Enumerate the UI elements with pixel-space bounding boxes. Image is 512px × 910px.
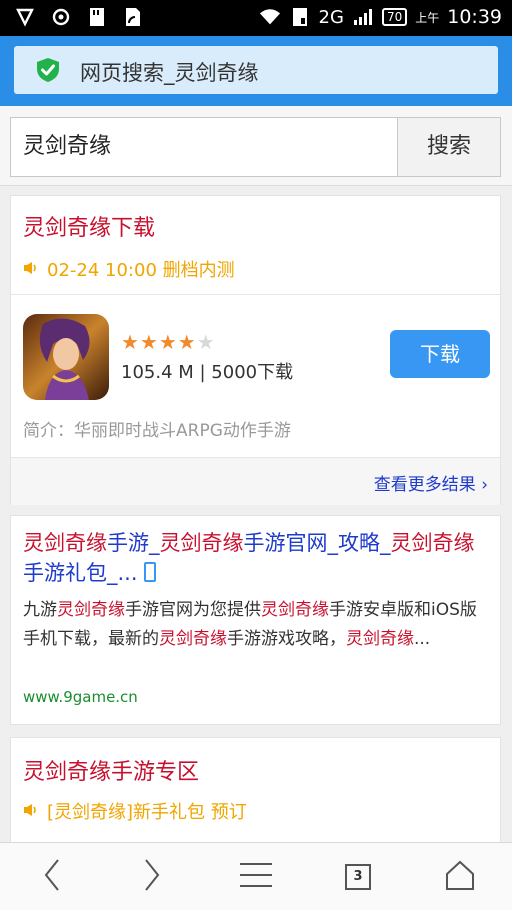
title-text: 手游_ [107, 531, 160, 555]
download-button[interactable]: 下载 [390, 330, 490, 378]
home-button[interactable] [440, 857, 480, 897]
title-keyword: 灵剑奇缘 [159, 531, 244, 555]
signal-strength-icon [352, 6, 374, 28]
title-text: 手游礼包_... [23, 561, 138, 585]
menu-button[interactable] [236, 857, 276, 897]
clock-time: 10:39 [447, 6, 502, 28]
app-description: 简介：华丽即时战斗ARPG动作手游 [23, 421, 291, 441]
rating-full-stars: ★★★★ [121, 330, 197, 354]
app-notice-text: 02-24 10:00 删档内测 [47, 260, 235, 281]
more-results-row: 查看更多结果 › [11, 458, 500, 505]
snippet-text: 手游官网为您提供 [125, 600, 261, 620]
shield-v-icon [14, 6, 36, 28]
app-notice[interactable]: 02-24 10:00 删档内测 [23, 256, 235, 282]
chevron-left-icon [42, 858, 62, 896]
zone-result-card: 灵剑奇缘手游专区 [灵剑奇缘]新手礼包 预订 [10, 737, 501, 847]
chevron-right-icon [142, 858, 162, 896]
back-button[interactable] [32, 857, 72, 897]
snippet-text: ... [414, 629, 431, 649]
web-result-url[interactable]: www.9game.cn [23, 688, 138, 706]
title-keyword: 灵剑奇缘 [390, 531, 475, 555]
zone-result-title[interactable]: 灵剑奇缘手游专区 [23, 754, 199, 786]
app-icon[interactable] [23, 314, 109, 400]
snippet-keyword: 灵剑奇缘 [261, 600, 329, 620]
tab-count-badge: 3 [345, 864, 371, 890]
title-keyword: 灵剑奇缘 [23, 531, 107, 555]
status-bar: 2G 70 上午 10:39 [0, 0, 512, 36]
record-icon [50, 6, 72, 28]
search-button[interactable]: 搜索 [397, 117, 501, 177]
status-bar-right: 2G 70 上午 10:39 [259, 6, 502, 28]
app-result-title[interactable]: 灵剑奇缘下载 [23, 210, 155, 242]
snippet-keyword: 灵剑奇缘 [57, 600, 125, 620]
browser-toolbar: 网页搜索_灵剑奇缘 [0, 36, 512, 106]
sd-card-icon [86, 6, 108, 28]
wifi-icon [259, 6, 281, 28]
clock-ampm: 上午 [415, 10, 440, 25]
zone-notice-text: [灵剑奇缘]新手礼包 预订 [47, 802, 247, 823]
app-meta: 105.4 M | 5000下载 [121, 362, 294, 383]
status-bar-left [14, 6, 144, 28]
app-rating-stars: ★★★★★ [121, 330, 216, 354]
sim-card-icon [289, 6, 311, 28]
home-icon [444, 859, 476, 895]
snippet-text: 九游 [23, 600, 57, 620]
more-results-link[interactable]: 查看更多结果 › [374, 470, 488, 495]
mobile-phone-icon [143, 562, 156, 582]
snippet-keyword: 灵剑奇缘 [346, 629, 414, 649]
page-title: 网页搜索_灵剑奇缘 [80, 61, 259, 85]
bottom-navigation: 3 [0, 842, 512, 910]
web-result-card: 灵剑奇缘手游_灵剑奇缘手游官网_攻略_灵剑奇缘手游礼包_... 九游灵剑奇缘手游… [10, 515, 501, 725]
search-bar: 灵剑奇缘 搜索 [0, 106, 512, 186]
app-result-card: 灵剑奇缘下载 02-24 10:00 删档内测 ★★★★★ 105.4 M | … [10, 195, 501, 505]
divider [11, 294, 500, 295]
tabs-button[interactable]: 3 [338, 857, 378, 897]
web-result-snippet: 九游灵剑奇缘手游官网为您提供灵剑奇缘手游安卓版和iOS版手机下载，最新的灵剑奇缘… [23, 596, 493, 654]
zone-notice[interactable]: [灵剑奇缘]新手礼包 预订 [23, 798, 247, 824]
title-text: 手游官网_攻略_ [243, 531, 391, 555]
sim-signal-icon [122, 6, 144, 28]
snippet-text: 手游游戏攻略， [227, 629, 346, 649]
snippet-keyword: 灵剑奇缘 [159, 629, 227, 649]
search-input[interactable]: 灵剑奇缘 [10, 117, 398, 177]
security-shield-icon [34, 56, 62, 84]
network-type: 2G [318, 6, 344, 28]
menu-icon [239, 861, 273, 893]
address-bar[interactable]: 网页搜索_灵剑奇缘 [14, 46, 498, 94]
battery-level: 70 [381, 8, 408, 26]
web-result-title[interactable]: 灵剑奇缘手游_灵剑奇缘手游官网_攻略_灵剑奇缘手游礼包_... [23, 528, 489, 588]
forward-button[interactable] [132, 857, 172, 897]
speaker-icon [23, 801, 39, 822]
rating-half-star: ★ [196, 330, 216, 354]
speaker-icon [23, 259, 39, 280]
